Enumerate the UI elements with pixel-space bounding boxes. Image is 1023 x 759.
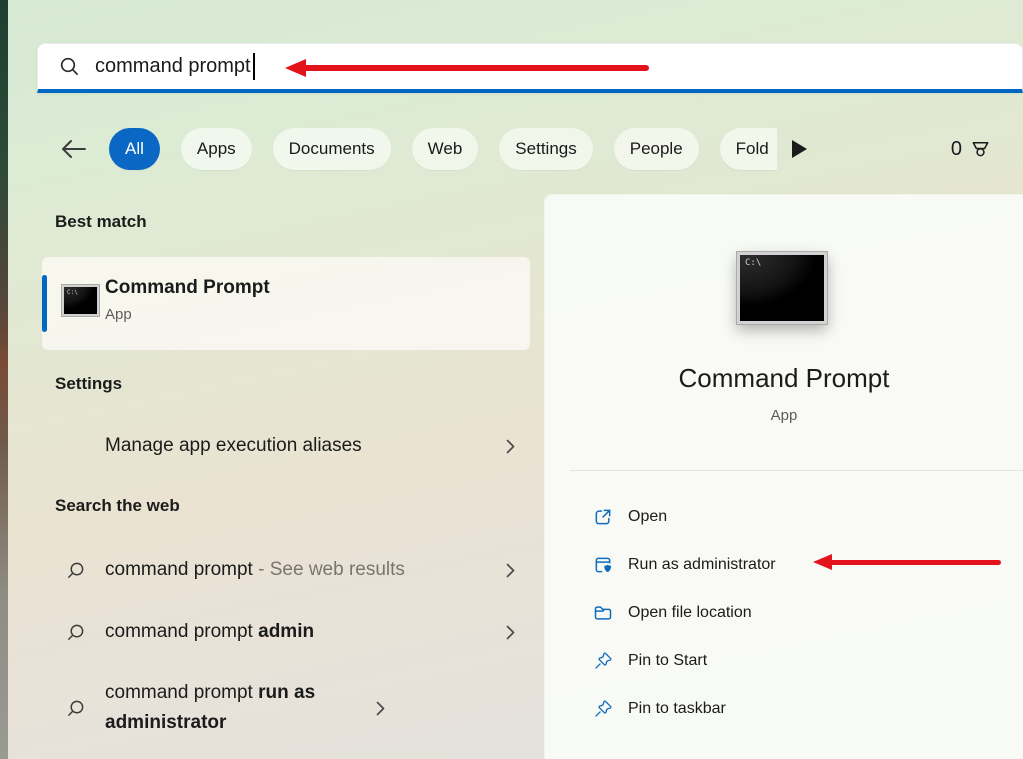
web-search-icon (42, 561, 105, 580)
text-cursor (252, 53, 255, 80)
web-suggestion-label: command prompt admin (105, 621, 315, 642)
selection-accent-bar (42, 275, 47, 332)
open-external-icon (593, 507, 613, 527)
command-prompt-icon: C:\ (62, 285, 99, 316)
search-icon (59, 56, 81, 78)
web-suggestion-label: command prompt - See web results (105, 559, 405, 580)
result-preview-panel: C:\ Command Prompt App Open Run as admin… (545, 195, 1023, 759)
tab-folders[interactable]: Fold (719, 128, 777, 170)
action-pin-to-taskbar[interactable]: Pin to taskbar (545, 685, 1023, 733)
chevron-right-icon (490, 625, 530, 640)
best-match-result[interactable]: C:\ Command Prompt App (42, 257, 530, 350)
rewards-medal-icon (969, 138, 992, 161)
context-actions: Open Run as administrator Open file loca… (545, 493, 1023, 733)
action-open-file-location[interactable]: Open file location (545, 589, 1023, 637)
annotation-arrow-search (285, 59, 649, 77)
chevron-right-icon (490, 439, 530, 454)
web-suggestion-row[interactable]: command prompt admin (42, 610, 530, 654)
tab-web[interactable]: Web (411, 128, 479, 170)
desktop-wallpaper-strip (0, 0, 8, 759)
back-button[interactable] (58, 128, 88, 170)
pin-icon (593, 699, 613, 719)
tab-documents[interactable]: Documents (272, 128, 391, 170)
preview-subtitle: App (770, 407, 798, 424)
web-search-icon (42, 699, 105, 718)
preview-title: Command Prompt (678, 363, 890, 393)
web-suggestion-row[interactable]: command prompt - See web results (42, 548, 530, 592)
more-tabs-icon[interactable] (791, 140, 807, 158)
chevron-right-icon (360, 701, 400, 716)
rewards-count: 0 (950, 137, 962, 160)
tab-all[interactable]: All (109, 128, 160, 170)
action-pin-to-start[interactable]: Pin to Start (545, 637, 1023, 685)
rewards-badge[interactable]: 0 (951, 128, 992, 170)
divider (570, 470, 1023, 471)
web-suggestion-label: command prompt run as administrator (105, 682, 316, 733)
settings-heading: Settings (55, 374, 123, 393)
web-suggestion-row[interactable]: command prompt run as administrator (42, 672, 530, 744)
chevron-right-icon (490, 563, 530, 578)
tab-apps[interactable]: Apps (180, 128, 252, 170)
folder-icon (593, 603, 613, 623)
tab-settings[interactable]: Settings (499, 128, 593, 170)
back-arrow-icon (61, 140, 86, 158)
search-web-heading: Search the web (55, 496, 180, 515)
result-subtitle: App (105, 306, 132, 323)
search-filter-tabs: All Apps Documents Web Settings People F… (58, 128, 1023, 170)
web-search-icon (42, 623, 105, 642)
run-as-admin-icon (593, 555, 613, 575)
search-query-text: command prompt (95, 55, 251, 77)
tab-people[interactable]: People (613, 128, 699, 170)
settings-result-row[interactable]: Manage app execution aliases (42, 424, 530, 468)
annotation-arrow-run-as-admin (813, 554, 1001, 570)
pin-icon (593, 651, 613, 671)
result-title: Command Prompt (105, 277, 270, 298)
command-prompt-icon-large: C:\ (737, 252, 827, 324)
best-match-heading: Best match (55, 212, 147, 231)
settings-result-label: Manage app execution aliases (105, 435, 362, 456)
action-open[interactable]: Open (545, 493, 1023, 541)
